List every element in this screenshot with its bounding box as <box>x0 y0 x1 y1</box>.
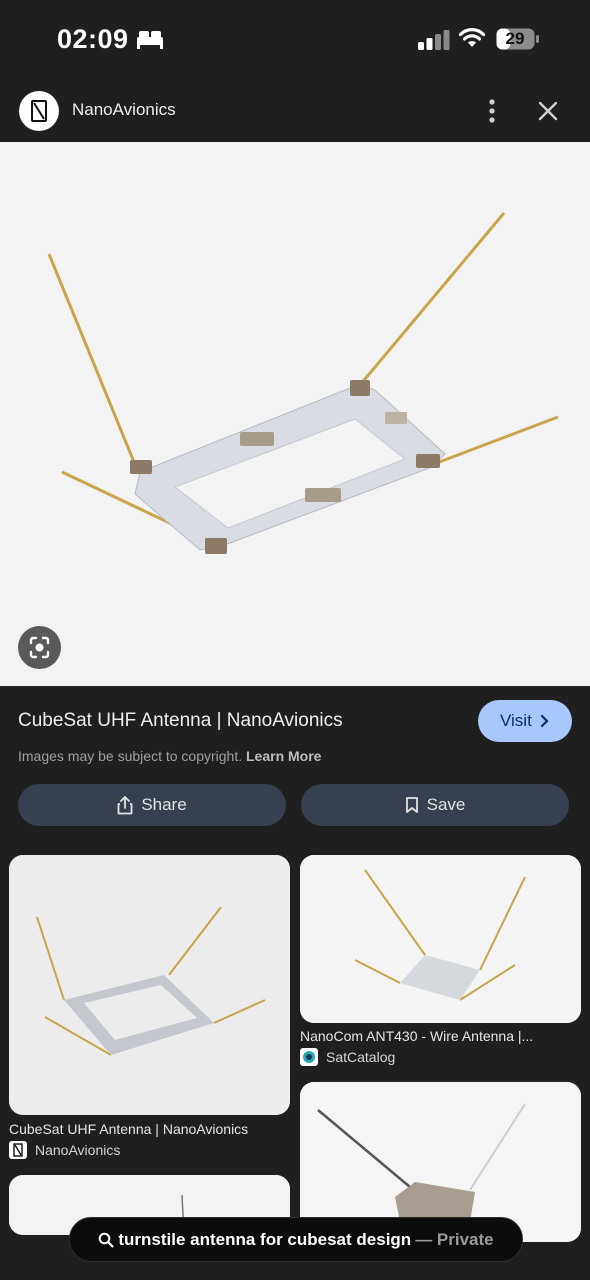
signal-icon <box>418 30 450 50</box>
related-source-name: SatCatalog <box>326 1049 396 1065</box>
share-label: Share <box>141 795 187 814</box>
related-source[interactable]: NanoAvionics <box>9 1141 120 1159</box>
related-image <box>300 855 581 1023</box>
lens-icon[interactable] <box>18 626 61 669</box>
visit-label: Visit <box>500 711 532 730</box>
antenna-picture <box>0 142 590 686</box>
related-card[interactable] <box>300 855 581 1023</box>
related-image <box>9 855 290 1115</box>
status-time: 02:09 <box>57 24 129 54</box>
battery-level: 29 <box>505 29 525 48</box>
save-label: Save <box>426 795 466 814</box>
chevron-right-icon <box>540 714 549 728</box>
wifi-icon <box>458 28 486 47</box>
related-source[interactable]: SatCatalog <box>300 1048 395 1066</box>
site-name[interactable]: NanoAvionics <box>72 100 176 120</box>
satcatalog-logo-icon <box>300 1048 318 1066</box>
copyright-text: Images may be subject to copyright. <box>18 748 243 764</box>
search-query: turnstile antenna for cubesat design <box>118 1229 412 1249</box>
search-icon <box>99 1232 114 1248</box>
main-image[interactable] <box>0 142 590 686</box>
bed-icon <box>137 31 163 49</box>
related-card[interactable] <box>9 855 290 1115</box>
learn-more-link[interactable]: Learn More <box>246 748 321 764</box>
related-source-name: NanoAvionics <box>35 1142 121 1158</box>
nanoavionics-logo-icon <box>9 1141 27 1159</box>
copyright-note: Images may be subject to copyright. Lear… <box>18 748 321 764</box>
share-button[interactable]: Share <box>18 784 286 826</box>
site-logo-icon[interactable] <box>19 91 59 131</box>
search-query-pill[interactable]: turnstile antenna for cubesat design — P… <box>69 1217 523 1262</box>
private-mode-label: — Private <box>415 1229 494 1249</box>
related-title[interactable]: NanoCom ANT430 - Wire Antenna |... <box>300 1028 533 1044</box>
save-button[interactable]: Save <box>301 784 569 826</box>
more-vert-icon[interactable] <box>482 98 502 124</box>
viewer-header: NanoAvionics <box>0 80 590 142</box>
related-title[interactable]: CubeSat UHF Antenna | NanoAvionics <box>9 1121 248 1137</box>
status-bar: 02:09 29 <box>0 0 590 80</box>
result-title[interactable]: CubeSat UHF Antenna | NanoAvionics <box>18 710 343 732</box>
close-icon[interactable] <box>535 98 561 124</box>
visit-button[interactable]: Visit <box>478 700 572 742</box>
bookmark-icon <box>405 797 418 813</box>
share-icon <box>117 796 133 815</box>
